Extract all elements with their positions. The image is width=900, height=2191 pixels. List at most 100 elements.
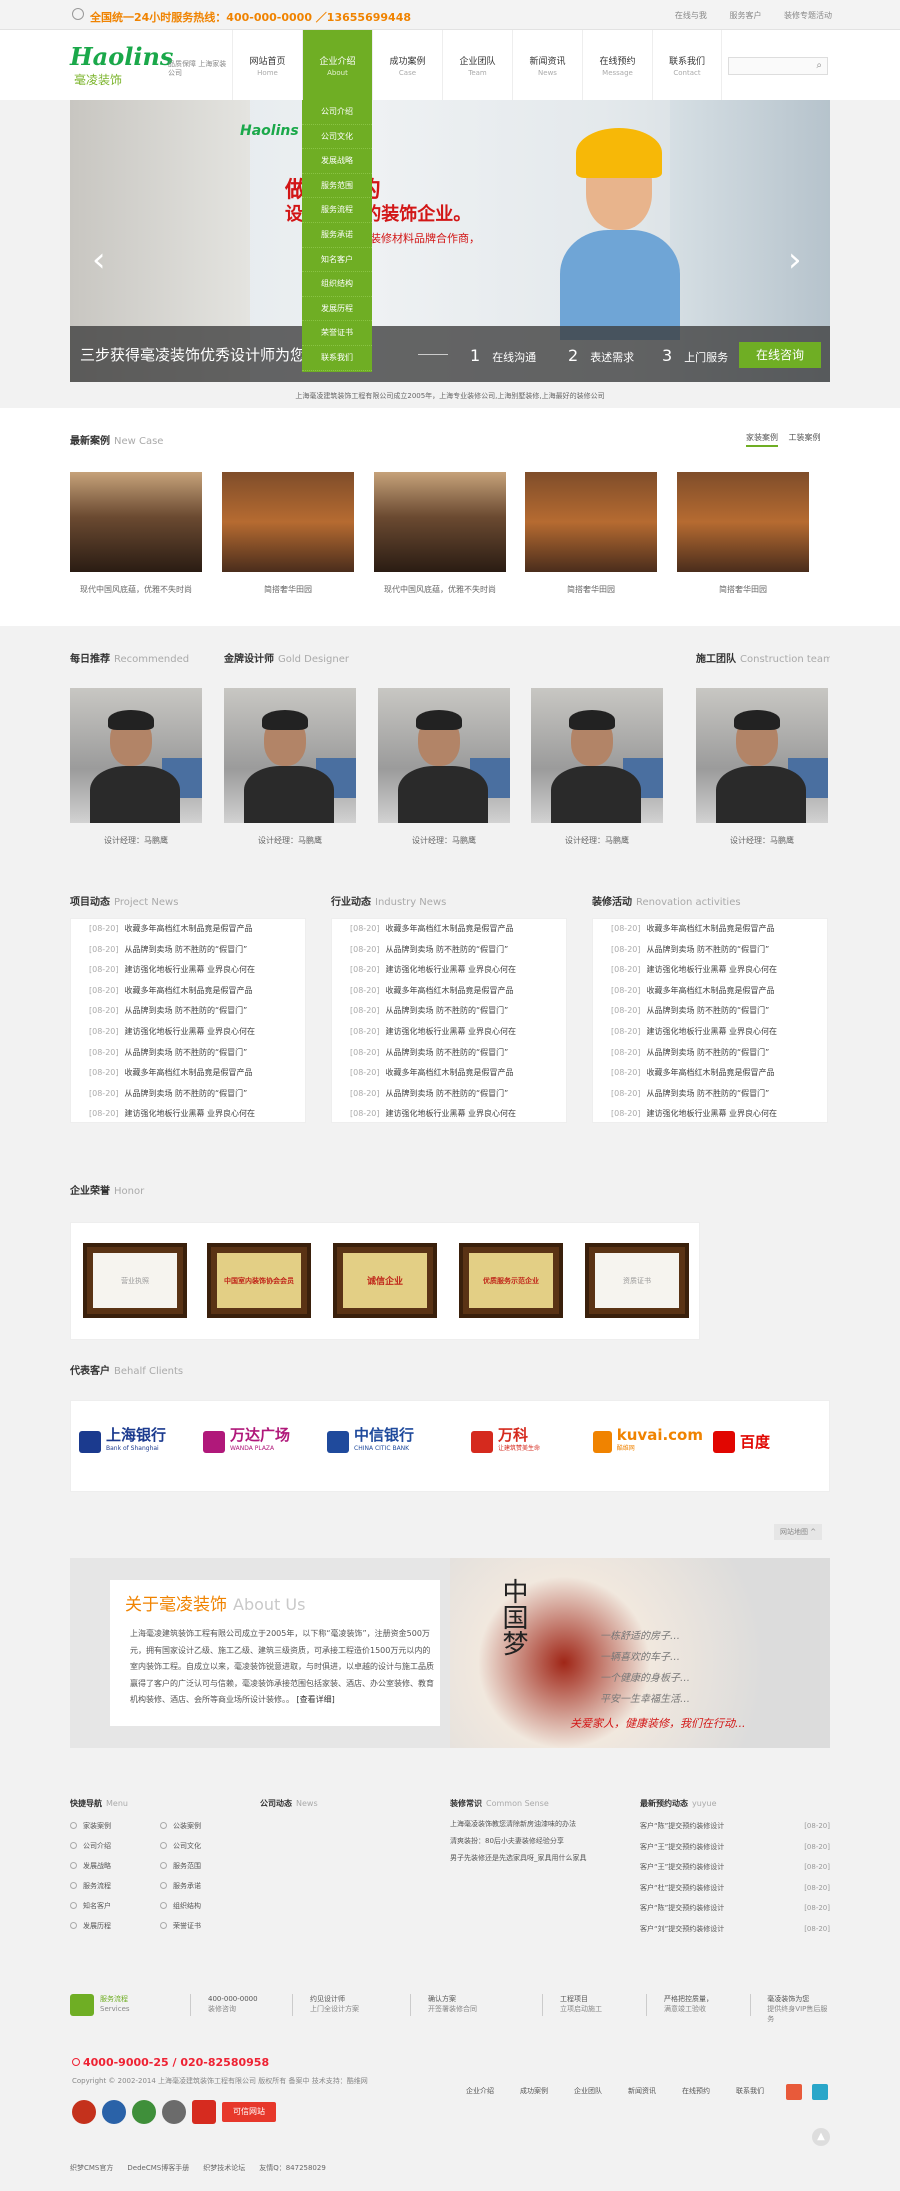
share-icon[interactable]: [812, 2084, 828, 2100]
footer-menu-label[interactable]: 知名客户: [83, 1902, 111, 1910]
news-item[interactable]: [08-20] 从品牌到卖场 防不胜防的“假冒门”: [593, 1084, 827, 1105]
news-title[interactable]: 建访强化地板行业黑幕 业界良心何在: [125, 965, 256, 974]
news-item[interactable]: [08-20] 从品牌到卖场 防不胜防的“假冒门”: [332, 1001, 566, 1022]
news-title[interactable]: 建访强化地板行业黑幕 业界良心何在: [647, 1109, 778, 1118]
certificate-image[interactable]: 中国室内装饰协会会员: [207, 1243, 311, 1318]
badge-icon[interactable]: [162, 2100, 186, 2124]
news-item[interactable]: [08-20] 建访强化地板行业黑幕 业界良心何在: [332, 1022, 566, 1043]
news-title[interactable]: 从品牌到卖场 防不胜防的“假冒门”: [386, 945, 509, 954]
dropdown-item[interactable]: 公司介绍: [302, 100, 372, 125]
logo[interactable]: Haolins 毫凌装饰: [70, 42, 173, 88]
designer-photo[interactable]: [70, 688, 202, 823]
client-logo[interactable]: 百度: [713, 1427, 823, 1457]
designer-card[interactable]: 设计经理：马鹏鹰: [378, 688, 510, 846]
footer-menu-item[interactable]: 组织结构: [160, 1896, 250, 1916]
footer-nav-link[interactable]: 在线预约: [682, 2087, 710, 2095]
designer-card[interactable]: 设计经理：马鹏鹰: [224, 688, 356, 846]
friend-link[interactable]: DedeCMS博客手册: [127, 2164, 189, 2172]
news-title[interactable]: 收藏多年高档红木制品竟是假冒产品: [125, 986, 253, 995]
sense-item[interactable]: 男子先装修还是先选家具呀_家具用什么家具: [450, 1850, 630, 1867]
footer-menu-label[interactable]: 服务流程: [83, 1882, 111, 1890]
footer-menu-label[interactable]: 发展历程: [83, 1922, 111, 1930]
booking-item[interactable]: 客户“陈”提交预约装修设计 [08-20]: [640, 1816, 830, 1837]
case-image[interactable]: [222, 472, 354, 572]
top-link-online[interactable]: 在线与我: [675, 11, 707, 20]
nav-case[interactable]: 成功案例 Case: [372, 30, 442, 100]
booking-item[interactable]: 客户“刘”提交预约装修设计 [08-20]: [640, 1919, 830, 1940]
news-title[interactable]: 收藏多年高档红木制品竟是假冒产品: [647, 1068, 775, 1077]
news-title[interactable]: 建访强化地板行业黑幕 业界良心何在: [386, 1027, 517, 1036]
footer-menu-item[interactable]: 公司文化: [160, 1836, 250, 1856]
news-title[interactable]: 建访强化地板行业黑幕 业界良心何在: [125, 1027, 256, 1036]
designer-photo[interactable]: [696, 688, 828, 823]
designer-card[interactable]: 设计经理：马鹏鹰: [531, 688, 663, 846]
top-link-activity[interactable]: 装修专题活动: [784, 11, 832, 20]
footer-menu-item[interactable]: 荣誉证书: [160, 1916, 250, 1936]
news-item[interactable]: [08-20] 建访强化地板行业黑幕 业界良心何在: [71, 960, 305, 981]
designer-photo[interactable]: [531, 688, 663, 823]
dropdown-item[interactable]: 服务承诺: [302, 223, 372, 248]
sense-item[interactable]: 清爽装扮：80后小夫妻装修经验分享: [450, 1833, 630, 1850]
news-title[interactable]: 收藏多年高档红木制品竟是假冒产品: [386, 924, 514, 933]
nav-home[interactable]: 网站首页 Home: [232, 30, 302, 100]
news-item[interactable]: [08-20] 从品牌到卖场 防不胜防的“假冒门”: [593, 940, 827, 961]
news-title[interactable]: 从品牌到卖场 防不胜防的“假冒门”: [125, 1048, 248, 1057]
footer-menu-item[interactable]: 服务流程: [70, 1876, 160, 1896]
booking-text[interactable]: 客户“杜”提交预约装修设计: [640, 1878, 724, 1899]
news-title[interactable]: 从品牌到卖场 防不胜防的“假冒门”: [647, 1089, 770, 1098]
footer-nav-link[interactable]: 联系我们: [736, 2087, 764, 2095]
dropdown-item[interactable]: 发展历程: [302, 297, 372, 322]
designer-card[interactable]: 设计经理：马鹏鹰: [70, 688, 202, 846]
news-item[interactable]: [08-20] 收藏多年高档红木制品竟是假冒产品: [332, 919, 566, 940]
news-title[interactable]: 从品牌到卖场 防不胜防的“假冒门”: [386, 1006, 509, 1015]
news-item[interactable]: [08-20] 从品牌到卖场 防不胜防的“假冒门”: [332, 1084, 566, 1105]
news-item[interactable]: [08-20] 收藏多年高档红木制品竟是假冒产品: [71, 981, 305, 1002]
news-item[interactable]: [08-20] 收藏多年高档红木制品竟是假冒产品: [593, 981, 827, 1002]
news-title[interactable]: 收藏多年高档红木制品竟是假冒产品: [125, 924, 253, 933]
news-title[interactable]: 从品牌到卖场 防不胜防的“假冒门”: [125, 1006, 248, 1015]
footer-menu-item[interactable]: 公司介绍: [70, 1836, 160, 1856]
news-title[interactable]: 收藏多年高档红木制品竟是假冒产品: [125, 1068, 253, 1077]
client-logo[interactable]: kuvai.com 酷维网: [593, 1427, 703, 1457]
footer-menu-label[interactable]: 发展战略: [83, 1862, 111, 1870]
top-link-service[interactable]: 服务客户: [729, 11, 761, 20]
news-title[interactable]: 建访强化地板行业黑幕 业界良心何在: [386, 1109, 517, 1118]
sense-item[interactable]: 上海毫凌装饰教您清除新房油漆味的办法: [450, 1816, 630, 1833]
news-item[interactable]: [08-20] 从品牌到卖场 防不胜防的“假冒门”: [593, 1043, 827, 1064]
news-title[interactable]: 从品牌到卖场 防不胜防的“假冒门”: [647, 1048, 770, 1057]
news-item[interactable]: [08-20] 从品牌到卖场 防不胜防的“假冒门”: [593, 1001, 827, 1022]
client-logo[interactable]: 中信银行 CHINA CITIC BANK: [327, 1427, 437, 1457]
footer-menu-label[interactable]: 服务范围: [173, 1862, 201, 1870]
booking-text[interactable]: 客户“王”提交预约装修设计: [640, 1837, 724, 1858]
booking-text[interactable]: 客户“陈”提交预约装修设计: [640, 1816, 724, 1837]
news-item[interactable]: [08-20] 从品牌到卖场 防不胜防的“假冒门”: [71, 1043, 305, 1064]
case-card[interactable]: 现代中国风底蕴，优雅不失时尚: [70, 472, 202, 595]
footer-menu-item[interactable]: 服务承诺: [160, 1876, 250, 1896]
tab-home-case[interactable]: 家装案例: [746, 433, 778, 447]
certificate-image[interactable]: 资质证书: [585, 1243, 689, 1318]
certificate-image[interactable]: 诚信企业: [333, 1243, 437, 1318]
news-title[interactable]: 从品牌到卖场 防不胜防的“假冒门”: [647, 1006, 770, 1015]
footer-menu-item[interactable]: 发展战略: [70, 1856, 160, 1876]
client-logo[interactable]: 万达广场 WANDA PLAZA: [203, 1427, 313, 1457]
news-title[interactable]: 从品牌到卖场 防不胜防的“假冒门”: [386, 1048, 509, 1057]
news-item[interactable]: [08-20] 建访强化地板行业黑幕 业界良心何在: [71, 1104, 305, 1125]
footer-menu-label[interactable]: 公装案例: [173, 1822, 201, 1830]
case-caption[interactable]: 简搭奢华田园: [222, 584, 354, 595]
case-image[interactable]: [70, 472, 202, 572]
dropdown-item[interactable]: 公司文化: [302, 125, 372, 150]
news-item[interactable]: [08-20] 收藏多年高档红木制品竟是假冒产品: [71, 1063, 305, 1084]
nav-message[interactable]: 在线预约 Message: [582, 30, 652, 100]
case-image[interactable]: [525, 472, 657, 572]
search-icon[interactable]: ⌕: [816, 60, 822, 71]
designer-caption[interactable]: 设计经理：马鹏鹰: [378, 835, 510, 846]
footer-nav-link[interactable]: 企业介绍: [466, 2087, 494, 2095]
news-item[interactable]: [08-20] 收藏多年高档红木制品竟是假冒产品: [332, 981, 566, 1002]
friend-link[interactable]: 织梦技术论坛: [203, 2164, 245, 2172]
case-caption[interactable]: 现代中国风底蕴，优雅不失时尚: [70, 584, 202, 595]
news-title[interactable]: 建访强化地板行业黑幕 业界良心何在: [647, 965, 778, 974]
badge-icon[interactable]: [192, 2100, 216, 2124]
dropdown-item[interactable]: 发展战略: [302, 149, 372, 174]
footer-menu-label[interactable]: 公司文化: [173, 1842, 201, 1850]
footer-menu-item[interactable]: 家装案例: [70, 1816, 160, 1836]
